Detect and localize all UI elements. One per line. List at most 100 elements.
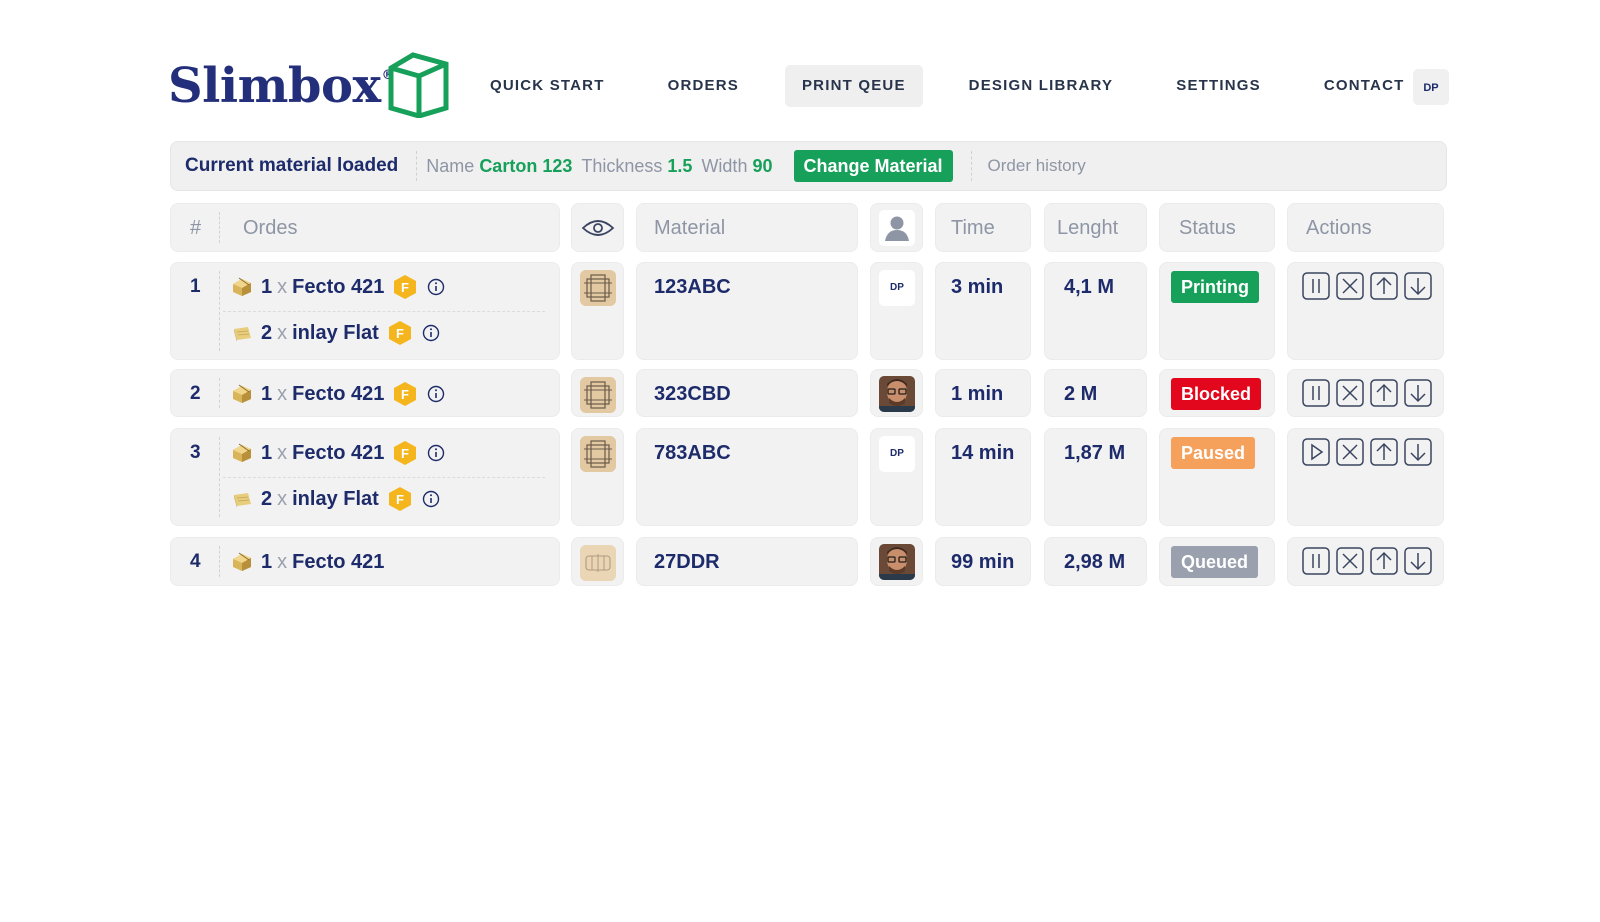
- svg-text:F: F: [401, 280, 409, 295]
- move-up-icon[interactable]: [1370, 547, 1398, 575]
- row-4-orders-cell[interactable]: 4 1 x Fecto 421: [170, 537, 560, 586]
- info-icon[interactable]: [422, 324, 440, 342]
- row-1-preview-cell[interactable]: [571, 262, 624, 360]
- row-1-actions-cell: [1287, 262, 1444, 360]
- brand-logo[interactable]: Slimbox ®: [168, 52, 395, 118]
- header-preview-cell[interactable]: [571, 203, 624, 252]
- f-badge-icon: F: [394, 275, 417, 299]
- row-3-length-cell: 1,87 M: [1044, 428, 1147, 526]
- pause-icon[interactable]: [1302, 272, 1330, 300]
- status-badge: Printing: [1171, 271, 1259, 303]
- move-down-icon[interactable]: [1404, 547, 1432, 575]
- row-1-user-cell: DP: [870, 262, 923, 360]
- divider: [970, 151, 972, 181]
- play-icon[interactable]: [1302, 438, 1330, 466]
- info-icon[interactable]: [427, 385, 445, 403]
- user-avatar-button[interactable]: DP: [1413, 69, 1449, 105]
- pause-icon[interactable]: [1302, 379, 1330, 407]
- eye-icon: [581, 220, 615, 236]
- nav-print-queue[interactable]: PRINT QEUE: [784, 65, 923, 107]
- row-3-status-cell: Paused: [1159, 428, 1275, 526]
- carton-preview-icon: [580, 377, 616, 413]
- row-3-time-cell: 14 min: [935, 428, 1031, 526]
- move-up-icon[interactable]: [1370, 438, 1398, 466]
- row-3-user-cell: DP: [870, 428, 923, 526]
- inlay-icon: [234, 493, 251, 508]
- item-times: x: [277, 321, 288, 344]
- f-badge-icon: F: [388, 321, 411, 345]
- row-3-orders-cell[interactable]: 3 1 x Fecto 421 F 2 x inlay Flat F: [170, 428, 560, 526]
- length-value: 1,87 M: [1064, 442, 1126, 464]
- header-orders: Ordes: [243, 217, 298, 239]
- close-icon[interactable]: [1336, 272, 1364, 300]
- row-1-time-cell: 3 min: [935, 262, 1031, 360]
- order-history-link[interactable]: Order history: [988, 156, 1086, 176]
- f-badge-icon: F: [394, 441, 417, 465]
- row-actions: [1302, 272, 1438, 300]
- close-icon[interactable]: [1336, 379, 1364, 407]
- row-index: 4: [190, 551, 201, 572]
- move-down-icon[interactable]: [1404, 379, 1432, 407]
- close-icon[interactable]: [1336, 547, 1364, 575]
- nav-orders[interactable]: ORDERS: [651, 65, 756, 107]
- status-badge: Paused: [1171, 437, 1256, 469]
- length-value: 4,1 M: [1064, 276, 1115, 298]
- row-actions: [1302, 438, 1438, 466]
- info-icon[interactable]: [427, 278, 445, 296]
- box-icon: [233, 552, 251, 571]
- item-quantity: 1: [261, 382, 273, 405]
- row-1-material-cell: 123ABC: [636, 262, 858, 360]
- material-thickness-label: Thickness: [581, 155, 663, 176]
- item-times: x: [277, 441, 288, 464]
- info-icon[interactable]: [422, 490, 440, 508]
- header-time: Time: [951, 217, 995, 239]
- move-up-icon[interactable]: [1370, 379, 1398, 407]
- status-badge: Blocked: [1171, 378, 1262, 410]
- info-icon[interactable]: [427, 444, 445, 462]
- person-icon: [879, 210, 915, 246]
- divider: [219, 212, 220, 243]
- divider: [416, 151, 418, 181]
- move-down-icon[interactable]: [1404, 438, 1432, 466]
- item-name: inlay Flat: [292, 321, 379, 344]
- item-name: Fecto 421: [292, 550, 385, 573]
- move-up-icon[interactable]: [1370, 272, 1398, 300]
- material-code: 27DDR: [654, 551, 720, 573]
- row-2-length-cell: 2 M: [1044, 369, 1147, 417]
- item-name: inlay Flat: [292, 487, 379, 510]
- change-material-button[interactable]: Change Material: [793, 150, 953, 182]
- close-icon[interactable]: [1336, 438, 1364, 466]
- header-material-cell: Material: [636, 203, 858, 252]
- user-initials-avatar: DP: [879, 270, 915, 306]
- item-times: x: [277, 550, 288, 573]
- material-width-value: 90: [752, 155, 773, 176]
- row-3-preview-cell[interactable]: [571, 428, 624, 526]
- material-width: Width 90: [701, 156, 772, 177]
- row-index: 2: [190, 383, 201, 404]
- material-name-value: Carton 123: [479, 155, 573, 176]
- row-2-preview-cell[interactable]: [571, 369, 624, 417]
- nav-quick-start[interactable]: QUICK START: [473, 65, 622, 107]
- item-times: x: [277, 487, 288, 510]
- pause-icon[interactable]: [1302, 547, 1330, 575]
- material-code: 323CBD: [654, 383, 731, 405]
- row-1-orders-cell[interactable]: 1 1 x Fecto 421 F 2 x inlay Flat F: [170, 262, 560, 360]
- row-actions: [1302, 547, 1438, 575]
- move-down-icon[interactable]: [1404, 272, 1432, 300]
- row-4-preview-cell[interactable]: [571, 537, 624, 586]
- nav-settings[interactable]: SETTINGS: [1159, 65, 1278, 107]
- material-code: 123ABC: [654, 276, 731, 298]
- item-times: x: [277, 382, 288, 405]
- row-2-orders-cell[interactable]: 2 1 x Fecto 421 F: [170, 369, 560, 417]
- time-value: 14 min: [951, 442, 1015, 464]
- row-4-material-cell: 27DDR: [636, 537, 858, 586]
- length-value: 2,98 M: [1064, 551, 1126, 573]
- order-line-item: 1 x Fecto 421 F: [231, 380, 445, 408]
- item-quantity: 1: [261, 441, 273, 464]
- item-times: x: [277, 275, 288, 298]
- user-initials-avatar: DP: [879, 436, 915, 472]
- divider: [223, 311, 545, 312]
- nav-design-library[interactable]: DESIGN LIBRARY: [952, 65, 1131, 107]
- nav-contact[interactable]: CONTACT: [1307, 65, 1422, 107]
- item-name: Fecto 421: [292, 382, 385, 405]
